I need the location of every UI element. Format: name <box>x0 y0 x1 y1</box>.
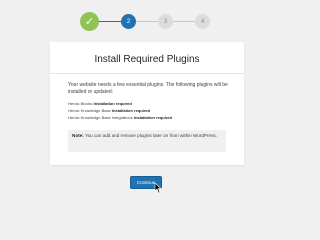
plugin-name: Heroic Blocks <box>68 101 93 106</box>
intro-text: Your website needs a few essential plugi… <box>68 82 228 95</box>
checkmark-icon: ✓ <box>84 16 95 28</box>
install-plugins-card: Install Required Plugins Your website ne… <box>50 42 244 165</box>
note-text: You can add and remove plugins later on … <box>84 133 217 138</box>
step-1-complete-icon: ✓ <box>80 12 99 31</box>
list-item: Heroic Knowledge Base Integrations Insta… <box>68 114 238 121</box>
plugin-status: Installation required <box>111 108 151 113</box>
step-number: 3 <box>163 18 168 25</box>
note-label: Note: <box>72 133 84 138</box>
step-number: 4 <box>200 18 205 25</box>
divider <box>50 73 244 74</box>
list-item: Heroic Knowledge Base Installation requi… <box>68 107 238 114</box>
list-item: Heroic Blocks Installation required <box>68 100 238 107</box>
step-number: 2 <box>126 18 131 25</box>
plugin-status: Installation required <box>133 115 173 120</box>
plugin-list: Heroic Blocks Installation required Hero… <box>68 100 238 121</box>
plugin-name: Heroic Knowledge Base Integrations <box>68 115 133 120</box>
page-title: Install Required Plugins <box>94 54 200 65</box>
mouse-cursor-icon <box>154 183 162 194</box>
plugin-name: Heroic Knowledge Base <box>68 108 111 113</box>
note-box: Note: You can add and remove plugins lat… <box>68 130 226 152</box>
setup-stepper: ✓ 2 3 4 <box>80 12 220 32</box>
plugin-status: Installation required <box>93 101 132 106</box>
step-3-pending: 3 <box>158 14 173 29</box>
step-2-active: 2 <box>121 14 136 29</box>
step-4-pending: 4 <box>195 14 210 29</box>
